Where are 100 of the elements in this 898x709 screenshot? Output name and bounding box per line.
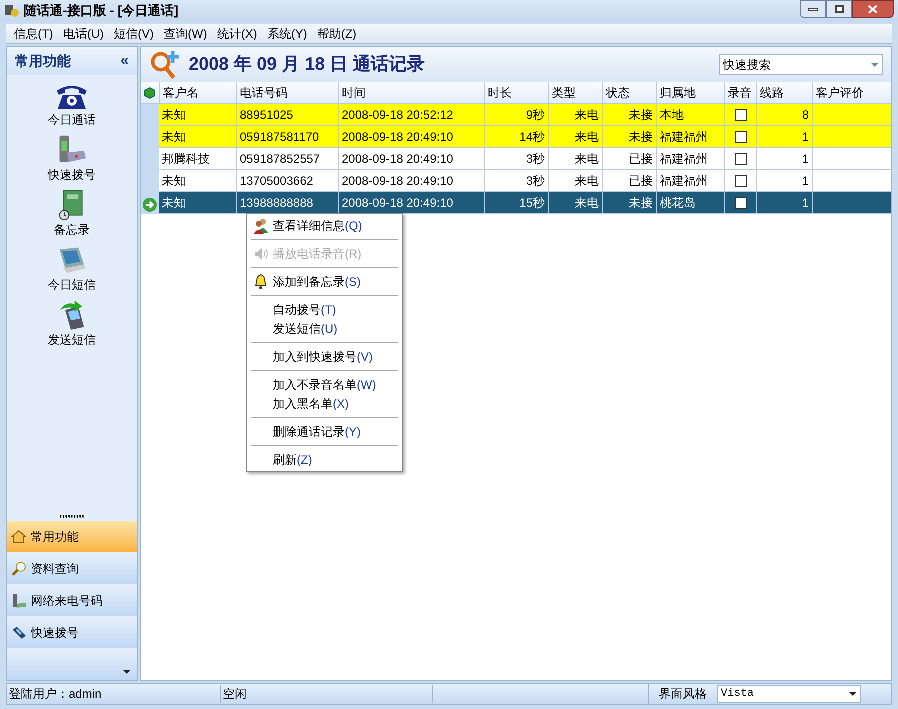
house-icon xyxy=(11,528,27,544)
sidebar-item[interactable]: 备忘录 xyxy=(54,189,90,239)
table-cell-text: 未知 xyxy=(162,172,186,190)
table-row[interactable]: 未知 059187581170 2008-09-18 20:49:10 14秒 来电 未接 福建福州 1 xyxy=(159,126,891,148)
context-menu-item[interactable]: 加入不录音名单(W) xyxy=(249,375,400,394)
dropdown-arrow-icon xyxy=(849,692,857,696)
checkbox[interactable] xyxy=(734,196,746,208)
table-cell-text: 2008-09-18 20:49:10 xyxy=(342,128,454,146)
dropdown-arrow-icon[interactable] xyxy=(123,670,131,674)
column-header[interactable]: 线路 xyxy=(756,82,812,103)
maximize-button[interactable] xyxy=(826,0,852,18)
table-cell-text: 未接 xyxy=(629,128,653,146)
context-menu-item[interactable]: 发送短信(U) xyxy=(249,319,400,338)
context-menu-item[interactable]: 查看详细信息(Q) xyxy=(249,216,400,235)
table-cell-text: 福建福州 xyxy=(660,150,708,168)
checkbox[interactable] xyxy=(734,174,746,186)
bell-icon xyxy=(253,274,269,290)
table-cell-text: 未知 xyxy=(162,194,186,212)
table-cell-text: 桃花岛 xyxy=(660,194,696,212)
table-cell-text: 福建福州 xyxy=(660,172,708,190)
column-header[interactable]: 电话号码 xyxy=(236,82,338,103)
table-cell-text: 3秒 xyxy=(526,150,545,168)
status-state: 空闲 xyxy=(221,685,433,703)
checkbox[interactable] xyxy=(734,108,746,120)
table-cell-text: 2008-09-18 20:49:10 xyxy=(342,194,454,212)
window-title: 随话通-接口版 - [今日通话] xyxy=(24,2,179,20)
status-user: 登陆用户：admin xyxy=(7,685,221,703)
table-cell-text: 059187581170 xyxy=(240,128,320,146)
table-cell-text: 未知 xyxy=(162,128,186,146)
checkbox[interactable] xyxy=(734,130,746,142)
table-cell-text: 8 xyxy=(802,106,809,124)
checkbox[interactable] xyxy=(734,152,746,164)
table-cell-text: 未接 xyxy=(629,106,653,124)
column-header[interactable]: 客户评价 xyxy=(812,82,891,103)
minimize-button[interactable] xyxy=(800,0,826,18)
table-cell-text: 已接 xyxy=(629,150,653,168)
table-cell-text: 13705003662 xyxy=(240,172,314,190)
sidebar-item[interactable]: 发送短信 xyxy=(48,299,96,349)
table-cell-text: 3秒 xyxy=(526,172,545,190)
page-title: 2008 年 09 月 18 日 通话记录 xyxy=(189,53,426,76)
context-menu-item[interactable]: 加入黑名单(X) xyxy=(249,394,400,413)
menu-item[interactable]: 统计(X) xyxy=(217,24,258,42)
sidebar-title: 常用功能 xyxy=(15,52,71,70)
table-cell-text: 已接 xyxy=(629,172,653,190)
phone-device-icon xyxy=(11,592,27,608)
table-cell-text: 福建福州 xyxy=(660,128,708,146)
table-cell-text: 059187852557 xyxy=(240,150,320,168)
table-cell-text: 15秒 xyxy=(520,194,545,212)
menu-item[interactable]: 查询(W) xyxy=(164,24,208,42)
table-cell-text: 来电 xyxy=(575,150,599,168)
close-icon xyxy=(868,4,878,14)
column-header[interactable]: 类型 xyxy=(548,82,602,103)
magnifier-icon xyxy=(11,560,27,576)
table-cell-text: 9秒 xyxy=(526,106,545,124)
table-cell-text: 未接 xyxy=(629,194,653,212)
close-button[interactable] xyxy=(852,0,894,18)
theme-label: 界面风格 xyxy=(658,686,708,703)
table-cell-text: 来电 xyxy=(575,128,599,146)
cube-icon xyxy=(144,86,156,98)
menu-item[interactable]: 信息(T) xyxy=(14,24,54,42)
table-cell-text: 来电 xyxy=(575,106,599,124)
menu-item[interactable]: 帮助(Z) xyxy=(317,24,357,42)
table-row[interactable]: 邦腾科技 059187852557 2008-09-18 20:49:10 3秒 来电 已接 福建福州 1 xyxy=(159,148,891,170)
table-row[interactable]: 未知 13705003662 2008-09-18 20:49:10 3秒 来电 已接 福建福州 1 xyxy=(159,170,891,192)
splitter-grip[interactable]: ,,,,,,,,, xyxy=(7,510,137,520)
column-header[interactable]: 状态 xyxy=(602,82,656,103)
dropdown-arrow-icon xyxy=(871,62,879,66)
column-header[interactable]: 客户名 xyxy=(159,82,236,103)
menu-item[interactable]: 系统(Y) xyxy=(267,24,308,42)
table-cell-text: 本地 xyxy=(660,106,684,124)
mobile-phone-icon xyxy=(11,624,27,640)
speaker-icon xyxy=(253,246,269,262)
context-menu-item[interactable]: 自动拨号(T) xyxy=(249,300,400,319)
column-header[interactable]: 归属地 xyxy=(656,82,724,103)
table-cell-text: 88951025 xyxy=(240,106,294,124)
sidebar-item[interactable]: 今日短信 xyxy=(48,244,96,294)
table-cell-text: 2008-09-18 20:52:12 xyxy=(342,106,454,124)
table-cell-text: 1 xyxy=(802,128,809,146)
table-cell-text: 来电 xyxy=(575,172,599,190)
menu-item[interactable]: 电话(U) xyxy=(63,24,104,42)
table-cell-text: 1 xyxy=(802,150,809,168)
app-icon xyxy=(4,4,20,18)
column-header[interactable]: 时间 xyxy=(338,82,484,103)
context-menu-item[interactable]: 刷新(Z) xyxy=(249,450,400,469)
quick-search-dropdown[interactable]: 快速搜索 xyxy=(719,54,883,75)
sidebar-item[interactable]: 快速拨号 xyxy=(48,134,96,184)
context-menu-item[interactable]: 添加到备忘录(S) xyxy=(249,272,400,291)
magnifier-plus-icon xyxy=(149,48,181,80)
table-row[interactable]: 未知 13988888888 2008-09-18 20:49:10 15秒 来电 未接 桃花岛 1 xyxy=(159,192,891,214)
menu-item[interactable]: 短信(V) xyxy=(114,24,154,42)
context-menu-item[interactable]: 加入到快速拨号(V) xyxy=(249,347,400,366)
collapse-button[interactable]: « xyxy=(120,50,129,72)
context-menu-item[interactable]: 删除通话记录(Y) xyxy=(249,422,400,441)
table-cell-text: 邦腾科技 xyxy=(162,150,210,168)
sidebar-item[interactable]: 今日通话 xyxy=(48,79,96,129)
nav-button[interactable]: 常用功能 xyxy=(7,521,137,552)
table-row[interactable]: 未知 88951025 2008-09-18 20:52:12 9秒 来电 未接 本地 8 xyxy=(159,104,891,126)
theme-dropdown[interactable]: Vista xyxy=(717,685,861,703)
column-header[interactable]: 时长 xyxy=(484,82,548,103)
column-header[interactable]: 录音 xyxy=(724,82,756,103)
